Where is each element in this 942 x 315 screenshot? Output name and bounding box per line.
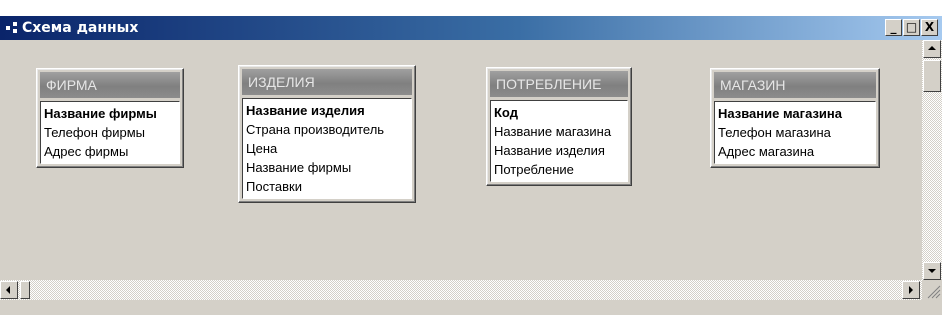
field-item[interactable]: Страна производитель bbox=[246, 120, 408, 139]
field-item[interactable]: Поставки bbox=[246, 177, 408, 196]
diagram-canvas[interactable]: ФИРМА Название фирмы Телефон фирмы Адрес… bbox=[0, 40, 922, 280]
field-list[interactable]: Название фирмы Телефон фирмы Адрес фирмы bbox=[40, 101, 180, 164]
resize-grip-icon bbox=[927, 285, 941, 299]
minimize-button[interactable]: _ bbox=[885, 19, 902, 36]
field-item[interactable]: Код bbox=[494, 103, 624, 122]
close-button[interactable]: X bbox=[921, 19, 938, 36]
field-item[interactable]: Цена bbox=[246, 139, 408, 158]
vertical-scroll-thumb[interactable] bbox=[923, 60, 941, 92]
field-item[interactable]: Название магазина bbox=[494, 122, 624, 141]
arrow-up-icon bbox=[928, 46, 936, 50]
resize-grip[interactable] bbox=[922, 280, 942, 300]
field-list[interactable]: Код Название магазина Название изделия П… bbox=[490, 100, 628, 182]
field-item[interactable]: Адрес фирмы bbox=[44, 142, 176, 161]
field-item[interactable]: Телефон магазина bbox=[718, 123, 872, 142]
field-item[interactable]: Название магазина bbox=[718, 104, 872, 123]
scroll-down-button[interactable] bbox=[923, 262, 941, 280]
field-list[interactable]: Название магазина Телефон магазина Адрес… bbox=[714, 101, 876, 164]
arrow-left-icon bbox=[6, 286, 10, 294]
window-title: Схема данных bbox=[22, 20, 139, 36]
table-firma[interactable]: ФИРМА Название фирмы Телефон фирмы Адрес… bbox=[36, 68, 184, 168]
relationships-icon bbox=[6, 22, 18, 34]
maximize-button[interactable]: □ bbox=[903, 19, 920, 36]
table-title[interactable]: ФИРМА bbox=[40, 72, 180, 98]
field-item[interactable]: Название изделия bbox=[494, 141, 624, 160]
table-title[interactable]: МАГАЗИН bbox=[714, 72, 876, 98]
table-title[interactable]: ПОТРЕБЛЕНИЕ bbox=[490, 71, 628, 97]
window-bottom-edge bbox=[0, 300, 942, 315]
table-potreblenie[interactable]: ПОТРЕБЛЕНИЕ Код Название магазина Назван… bbox=[486, 67, 632, 186]
horizontal-scrollbar[interactable] bbox=[0, 280, 922, 300]
field-item[interactable]: Адрес магазина bbox=[718, 142, 872, 161]
horizontal-scroll-thumb[interactable] bbox=[20, 281, 30, 299]
field-item[interactable]: Телефон фирмы bbox=[44, 123, 176, 142]
field-item[interactable]: Название изделия bbox=[246, 101, 408, 120]
table-title[interactable]: ИЗДЕЛИЯ bbox=[242, 69, 412, 95]
vertical-scrollbar[interactable] bbox=[922, 40, 942, 280]
field-list[interactable]: Название изделия Страна производитель Це… bbox=[242, 98, 412, 199]
arrow-right-icon bbox=[909, 286, 913, 294]
scroll-up-button[interactable] bbox=[923, 40, 941, 58]
selected-field[interactable]: Название фирмы bbox=[44, 106, 157, 121]
title-bar[interactable]: Схема данных _ □ X bbox=[0, 16, 942, 40]
relationships-window: Схема данных _ □ X ФИРМА Название фирмы … bbox=[0, 0, 942, 315]
field-item[interactable]: Название фирмы bbox=[246, 158, 408, 177]
table-magazin[interactable]: МАГАЗИН Название магазина Телефон магази… bbox=[710, 68, 880, 168]
diagram-area: ФИРМА Название фирмы Телефон фирмы Адрес… bbox=[0, 40, 942, 315]
scroll-left-button[interactable] bbox=[0, 281, 18, 299]
field-item[interactable]: Потребление bbox=[494, 160, 624, 179]
arrow-down-icon bbox=[928, 269, 936, 273]
scroll-right-button[interactable] bbox=[902, 281, 920, 299]
field-item[interactable]: Название фирмы bbox=[44, 104, 176, 123]
table-izdeliya[interactable]: ИЗДЕЛИЯ Название изделия Страна производ… bbox=[238, 65, 416, 203]
